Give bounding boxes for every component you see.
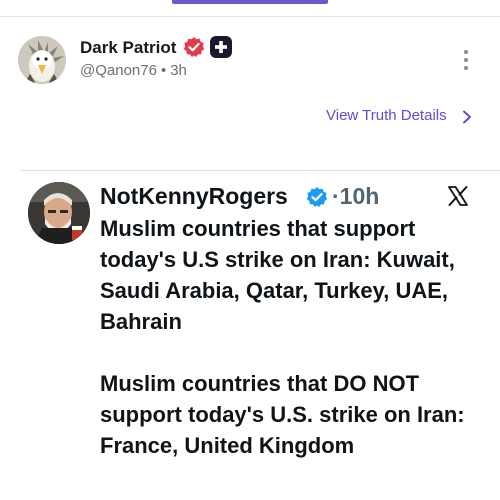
author-handle[interactable]: @Qanon76 [80,62,157,79]
embedded-paragraph: Muslim countries that support today's U.… [100,216,455,334]
embedded-verified-badge-icon [306,187,328,207]
active-tab-indicator [172,0,328,4]
embedded-timestamp: ·10h [332,183,379,210]
truth-post-view: Dark Patriot @Qanon76 • 3h View Truth Deta… [0,0,500,500]
embedded-author-avatar [28,182,90,244]
more-vertical-icon [464,50,468,54]
embedded-post-body: Muslim countries that support today's U.… [100,213,495,461]
top-divider [0,16,500,17]
eagle-avatar-icon [18,36,66,84]
more-options-button[interactable] [458,48,474,72]
person-avatar-icon [28,182,90,244]
embedded-time-value: 10h [339,183,380,209]
post-divider [20,170,500,171]
verified-badge-icon [183,37,205,57]
handle-separator: • [160,62,167,79]
x-logo-icon [448,186,468,206]
chevron-right-icon[interactable] [461,110,473,124]
post-timestamp[interactable]: 3h [170,62,187,79]
author-avatar[interactable] [18,36,66,84]
embedded-paragraph: Muslim countries that DO NOT support tod… [100,371,465,458]
plus-badge-icon [210,36,232,58]
embedded-author-name: NotKennyRogers [100,183,288,209]
embedded-separator: · [332,183,340,209]
author-name[interactable]: Dark Patriot [80,38,176,58]
author-handle-line: @Qanon76 • 3h [80,62,187,79]
view-truth-details-link[interactable]: View Truth Details [326,107,447,124]
